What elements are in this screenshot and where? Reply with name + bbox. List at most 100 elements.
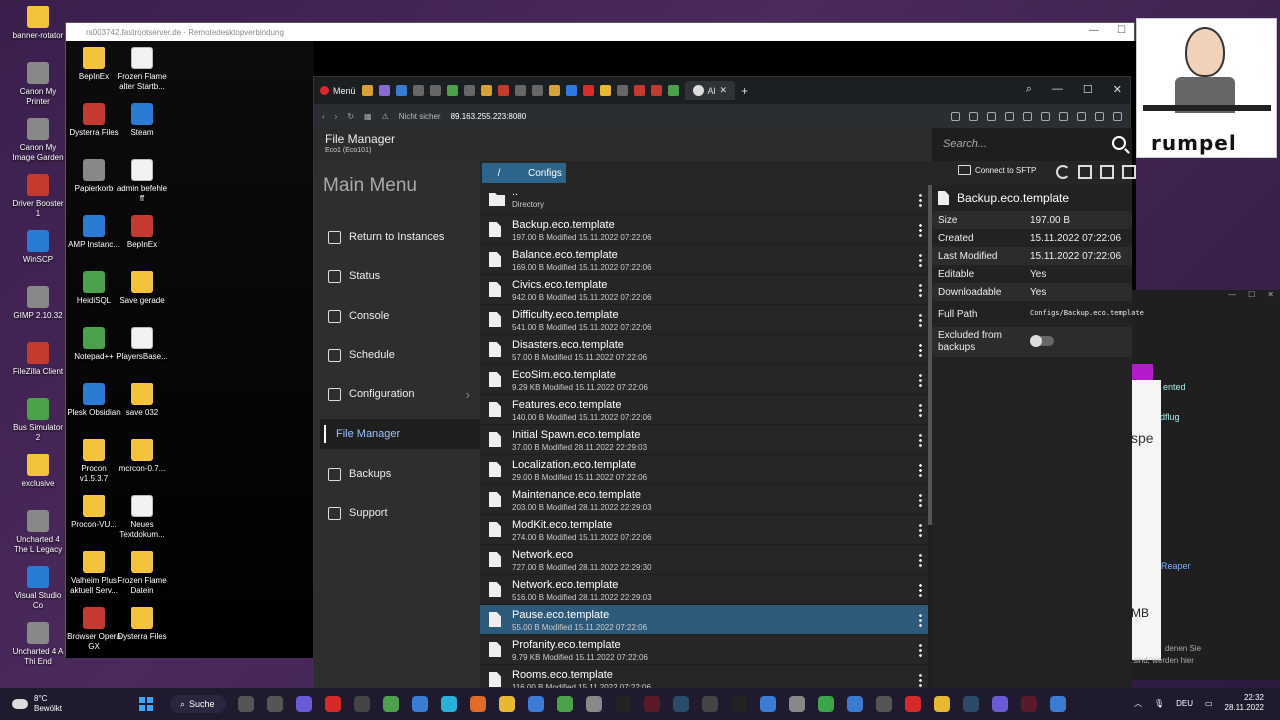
desktop-icon[interactable]: Driver Booster 1 [10, 174, 66, 218]
desktop-icon[interactable]: banner-rotator [10, 6, 66, 41]
desktop-icon[interactable]: FileZilla Client [10, 342, 66, 377]
app-icon[interactable] [615, 696, 631, 712]
file-row[interactable]: .. Directory [480, 185, 928, 215]
desktop-icon[interactable]: Uncharted 4 A Thi End [10, 622, 66, 666]
more-options-icon[interactable] [919, 223, 922, 237]
sidebar-item-return-to-instances[interactable]: Return to Instances [320, 222, 480, 252]
app-icon[interactable] [789, 696, 805, 712]
more-options-icon[interactable] [919, 523, 922, 537]
app-icon[interactable] [586, 696, 602, 712]
desktop-icon[interactable]: Bus Simulator 2 [10, 398, 66, 442]
app-icon[interactable] [847, 696, 863, 712]
browser-menu-button[interactable]: Menü [320, 86, 356, 96]
more-options-icon[interactable] [919, 583, 922, 597]
tab-icon[interactable] [497, 85, 509, 96]
tab-active[interactable]: Al ✕ [684, 81, 736, 100]
extension-icon[interactable] [951, 111, 960, 121]
sidebar-item-backups[interactable]: Backups [320, 459, 480, 489]
forward-icon[interactable]: › [335, 112, 338, 121]
desktop-icon[interactable]: Dysterra Files [114, 607, 170, 642]
tab-icon[interactable] [565, 85, 577, 96]
search-icon[interactable] [1112, 136, 1126, 150]
maximize-icon[interactable]: ☐ [1117, 25, 1126, 36]
close-icon[interactable]: ✕ [1113, 83, 1122, 96]
app-icon[interactable] [354, 696, 370, 712]
file-row[interactable]: Network.eco 727.00 B Modified 28.11.2022 … [480, 545, 928, 575]
profile-icon[interactable] [1077, 111, 1086, 121]
more-options-icon[interactable] [919, 403, 922, 417]
app-icon[interactable] [470, 696, 486, 712]
weather-widget[interactable]: 8°C Bewölkt [12, 694, 62, 713]
desktop-icon[interactable]: Frozen Flame Datein [114, 551, 170, 595]
tab-icon[interactable] [548, 85, 560, 96]
more-options-icon[interactable] [919, 613, 922, 627]
app-icon[interactable] [412, 696, 428, 712]
download-icon[interactable] [1095, 111, 1104, 121]
sidebar-item-configuration[interactable]: Configuration › [320, 379, 480, 409]
file-row[interactable]: Disasters.eco.template 57.00 B Modified 1… [480, 335, 928, 365]
more-options-icon[interactable] [919, 493, 922, 507]
more-options-icon[interactable] [919, 673, 922, 687]
desktop-icon[interactable]: Frozen Flame alter Startb... [114, 47, 170, 91]
desktop-icon[interactable]: Steam [114, 103, 170, 138]
tab-icon[interactable] [582, 85, 594, 96]
app-icon[interactable] [760, 696, 776, 712]
search-input[interactable]: Search... [932, 128, 1132, 161]
detail-view-icon[interactable] [1100, 165, 1114, 179]
file-row[interactable]: Profanity.eco.template 9.79 KB Modified 1… [480, 635, 928, 665]
tab-icon[interactable] [378, 85, 390, 96]
file-row[interactable]: Difficulty.eco.template 541.00 B Modified… [480, 305, 928, 335]
sidebar-item-support[interactable]: Support [320, 498, 480, 528]
tab-icon[interactable] [667, 85, 679, 96]
more-options-icon[interactable] [919, 553, 922, 567]
more-options-icon[interactable] [919, 463, 922, 477]
reload-icon[interactable]: ↻ [347, 112, 354, 121]
file-row[interactable]: Civics.eco.template 942.00 B Modified 15.… [480, 275, 928, 305]
desktop-icon[interactable]: GIMP 2.10.32 [10, 286, 66, 321]
more-options-icon[interactable] [919, 643, 922, 657]
file-row[interactable]: Balance.eco.template 169.00 B Modified 15… [480, 245, 928, 275]
desktop-icon[interactable]: admin befehle ff [114, 159, 170, 203]
more-options-icon[interactable] [919, 283, 922, 297]
xbox-icon[interactable] [557, 696, 573, 712]
desktop-icon[interactable]: Neues Textdokum... [114, 495, 170, 539]
desktop-icon[interactable]: mcrcon-0.7... [114, 439, 170, 474]
tab-icon[interactable] [650, 85, 662, 96]
tab-icon[interactable] [514, 85, 526, 96]
epic-icon[interactable] [731, 696, 747, 712]
more-options-icon[interactable] [919, 253, 922, 267]
desktop-icon[interactable]: save 032 [114, 383, 170, 418]
url-text[interactable]: 89.163.255.223:8080 [451, 112, 527, 121]
file-row[interactable]: Initial Spawn.eco.template 37.00 B Modifi… [480, 425, 928, 455]
taskbar-search[interactable]: ⌕ Suche [170, 695, 226, 713]
language-indicator[interactable]: DEU [1176, 699, 1193, 708]
file-row[interactable]: Backup.eco.template 197.00 B Modified 15.… [480, 215, 928, 245]
grid-icon[interactable]: ▦ [364, 112, 372, 121]
excluded-toggle[interactable] [1030, 334, 1054, 347]
desktop-icon[interactable]: WinSCP [10, 230, 66, 265]
more-options-icon[interactable] [919, 433, 922, 447]
whatsapp-icon[interactable] [818, 696, 834, 712]
tab-icon[interactable] [395, 85, 407, 96]
menu-icon[interactable] [1113, 111, 1122, 121]
desktop-icon[interactable]: PlayersBase... [114, 327, 170, 362]
desktop-icon[interactable]: Visual Studio Co [10, 566, 66, 610]
tab-icon[interactable] [531, 85, 543, 96]
steam-icon[interactable] [673, 696, 689, 712]
refresh-icon[interactable] [1056, 165, 1070, 179]
heart-icon[interactable] [1023, 111, 1032, 121]
mic-icon[interactable]: 🎙 [1154, 699, 1164, 708]
breadcrumb-configs[interactable]: Configs [510, 163, 566, 183]
rdp-titlebar[interactable]: rs003742.fastrootserver.de - Remotedeskt… [66, 23, 1134, 41]
app-icon[interactable] [876, 696, 892, 712]
app-icon[interactable] [267, 696, 283, 712]
file-row[interactable]: Maintenance.eco.template 203.00 B Modifie… [480, 485, 928, 515]
maximize-icon[interactable]: ☐ [1248, 290, 1255, 304]
block-icon[interactable] [987, 111, 996, 121]
app-icon[interactable] [383, 696, 399, 712]
tab-icon[interactable] [633, 85, 645, 96]
app-icon[interactable] [702, 696, 718, 712]
breadcrumb-root[interactable]: / [482, 163, 516, 183]
maximize-icon[interactable]: ☐ [1083, 83, 1093, 96]
discord-icon[interactable] [992, 696, 1008, 712]
